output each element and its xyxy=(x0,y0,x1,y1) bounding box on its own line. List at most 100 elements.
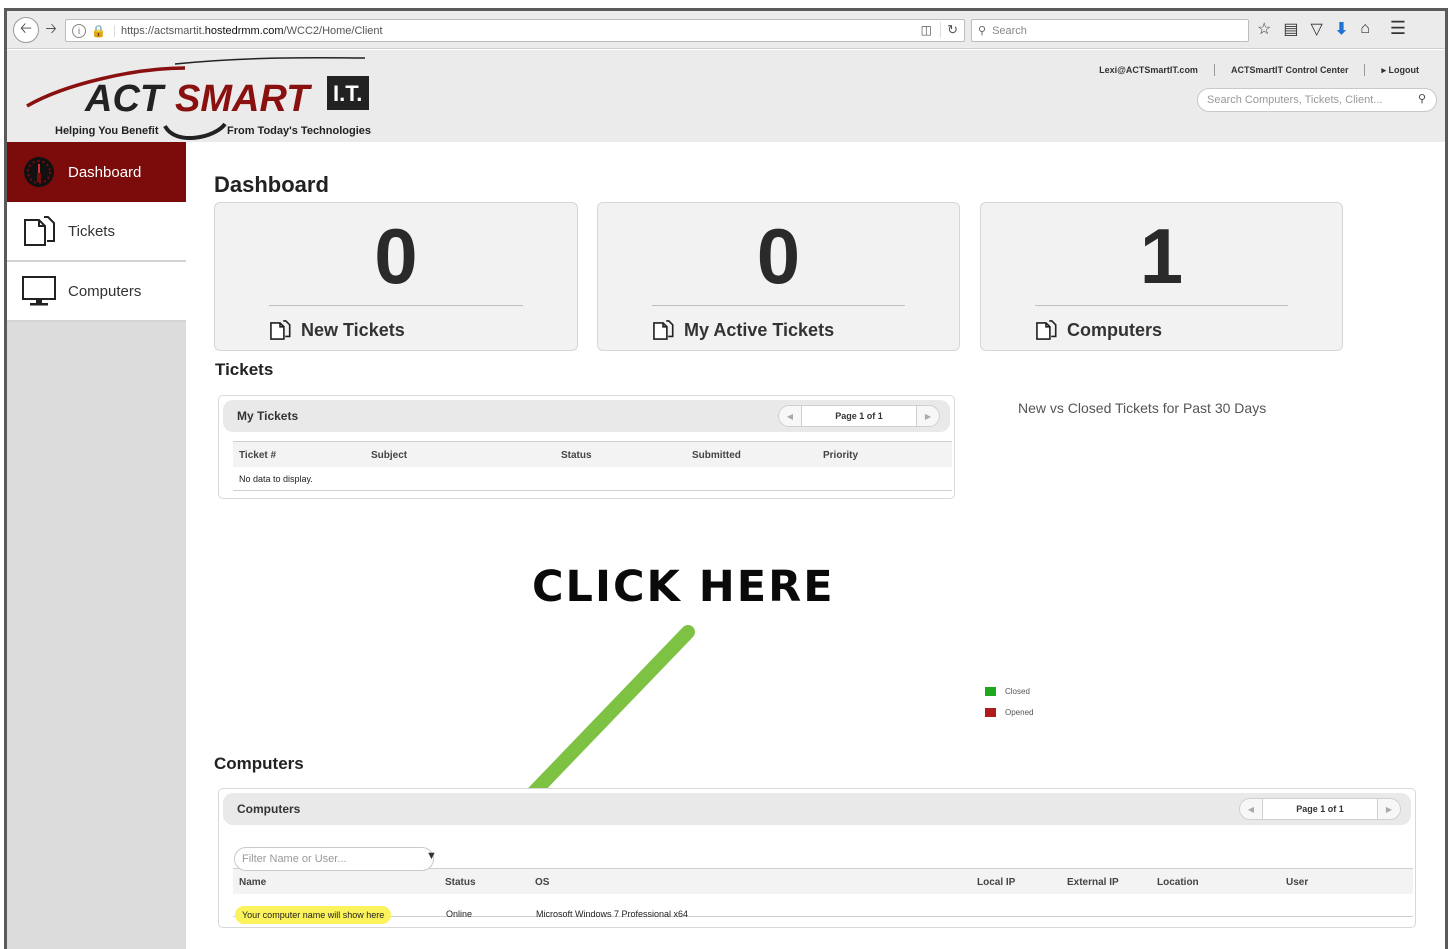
browser-window: 🡠 🡢 i 🔒 https://actsmartit.hostedrmm.com… xyxy=(4,8,1448,949)
bookmark-star-icon[interactable]: ☆ xyxy=(1257,19,1271,39)
home-icon[interactable]: ⌂ xyxy=(1360,20,1370,38)
pager: ◀ Page 1 of 1 ▶ xyxy=(1239,798,1401,820)
column-ticket-number[interactable]: Ticket # xyxy=(239,450,276,461)
my-tickets-grid: My Tickets ◀ Page 1 of 1 ▶ Ticket # Subj… xyxy=(218,395,955,499)
next-page-icon[interactable]: ▶ xyxy=(1378,799,1400,819)
filter-funnel-icon[interactable]: ▼ xyxy=(426,850,437,862)
card-divider xyxy=(269,305,523,306)
svg-text:From Today's Technologies: From Today's Technologies xyxy=(227,125,371,137)
legend-item-closed: Closed xyxy=(985,687,1030,696)
chart-title: New vs Closed Tickets for Past 30 Days xyxy=(1018,400,1267,416)
grid-header: My Tickets ◀ Page 1 of 1 ▶ xyxy=(223,400,950,432)
info-icon[interactable]: i xyxy=(72,23,86,38)
computers-card[interactable]: 1 Computers xyxy=(980,202,1343,351)
prev-page-icon[interactable]: ◀ xyxy=(1240,799,1262,819)
url-bar[interactable]: i 🔒 https://actsmartit.hostedrmm.com/WCC… xyxy=(65,19,965,42)
reload-icon[interactable]: ↻ xyxy=(940,22,958,38)
grid-title: Computers xyxy=(237,802,301,816)
url-text: https://actsmartit.hostedrmm.com/WCC2/Ho… xyxy=(113,24,383,37)
divider xyxy=(233,916,1413,917)
pocket-icon[interactable]: ▽ xyxy=(1310,19,1322,39)
control-center-link[interactable]: ACTSmartIT Control Center xyxy=(1231,65,1349,75)
user-links: Lexi@ACTSmartIT.com ACTSmartIT Control C… xyxy=(1099,64,1419,76)
monitor-icon xyxy=(22,274,56,308)
sidebar-item-computers[interactable]: Computers xyxy=(7,262,186,322)
page-indicator[interactable]: Page 1 of 1 xyxy=(1262,799,1378,819)
sidebar-item-label: Dashboard xyxy=(68,163,142,181)
pager: ◀ Page 1 of 1 ▶ xyxy=(778,405,940,427)
column-name[interactable]: Name xyxy=(239,877,266,888)
app-header: ACT SMART I.T. Helping You Benefit From … xyxy=(7,50,1445,142)
reader-view-icon[interactable]: ◫ xyxy=(921,23,932,37)
sidebar-item-tickets[interactable]: Tickets xyxy=(7,202,186,262)
tickets-column-headers: Ticket # Subject Status Submitted Priori… xyxy=(233,441,952,467)
column-priority[interactable]: Priority xyxy=(823,450,858,461)
divider xyxy=(1213,64,1215,76)
column-location[interactable]: Location xyxy=(1157,877,1199,888)
bookmarks-list-icon[interactable]: ▤ xyxy=(1283,19,1298,39)
filter-name-input[interactable]: Filter Name or User... xyxy=(234,847,434,871)
search-icon[interactable]: ⚲ xyxy=(1418,92,1426,105)
svg-text:I.T.: I.T. xyxy=(333,81,362,106)
computer-name-text: Your computer name will show here xyxy=(242,910,385,920)
svg-text:SMART: SMART xyxy=(175,78,312,120)
tickets-icon xyxy=(652,319,674,341)
empty-grid-message: No data to display. xyxy=(239,474,313,484)
divider xyxy=(233,490,952,491)
legend-label: Opened xyxy=(1005,708,1034,717)
page-title: Dashboard xyxy=(214,172,329,197)
tickets-icon xyxy=(22,214,56,248)
browser-search-field[interactable]: ⚲ Search xyxy=(971,19,1249,42)
card-value: 1 xyxy=(1139,212,1184,300)
legend-item-opened: Opened xyxy=(985,708,1033,717)
forward-arrow-icon[interactable]: 🡢 xyxy=(41,19,61,41)
divider xyxy=(1364,64,1366,76)
legend-label: Closed xyxy=(1005,687,1030,696)
column-user[interactable]: User xyxy=(1286,877,1308,888)
grid-title: My Tickets xyxy=(237,409,299,423)
column-external-ip[interactable]: External IP xyxy=(1067,877,1119,888)
toolbar-icons: ☆ ▤ ▽ ⬇ ⌂ ☰ xyxy=(1257,18,1406,39)
column-submitted[interactable]: Submitted xyxy=(692,450,741,461)
card-label: Computers xyxy=(1035,319,1162,341)
click-here-callout: CLICK HERE xyxy=(532,562,835,612)
card-label-text: My Active Tickets xyxy=(684,319,835,340)
column-os[interactable]: OS xyxy=(535,877,549,888)
card-divider xyxy=(652,305,905,306)
computer-os-cell: Microsoft Windows 7 Professional x64 xyxy=(536,909,689,919)
tickets-icon xyxy=(269,319,291,341)
column-subject[interactable]: Subject xyxy=(371,450,407,461)
new-tickets-card[interactable]: 0 New Tickets xyxy=(214,202,578,351)
logout-link[interactable]: ▸ Logout xyxy=(1381,65,1419,76)
card-value: 0 xyxy=(374,212,418,300)
back-arrow-icon[interactable]: 🡠 xyxy=(13,17,39,43)
lock-icon: 🔒 xyxy=(91,23,106,38)
next-page-icon[interactable]: ▶ xyxy=(917,406,939,426)
computer-name-cell[interactable]: Your computer name will show here xyxy=(235,906,392,924)
tickets-icon xyxy=(1035,319,1057,341)
column-status[interactable]: Status xyxy=(445,877,476,888)
download-icon[interactable]: ⬇ xyxy=(1335,19,1348,39)
global-search-input[interactable]: Search Computers, Tickets, Client... ⚲ xyxy=(1197,88,1437,112)
column-local-ip[interactable]: Local IP xyxy=(977,877,1015,888)
my-active-tickets-card[interactable]: 0 My Active Tickets xyxy=(597,202,960,351)
hamburger-menu-icon[interactable]: ☰ xyxy=(1390,18,1406,39)
svg-text:Helping You Benefit: Helping You Benefit xyxy=(55,125,159,137)
main-content: Dashboard 0 New Tickets 0 My Active Tick… xyxy=(186,142,1445,949)
legend-swatch xyxy=(985,687,996,696)
global-search-placeholder: Search Computers, Tickets, Client... xyxy=(1207,94,1383,106)
computers-column-headers: Name Status OS Local IP External IP Loca… xyxy=(233,868,1413,894)
grid-header: Computers ◀ Page 1 of 1 ▶ xyxy=(223,793,1411,825)
user-email-link[interactable]: Lexi@ACTSmartIT.com xyxy=(1099,65,1198,75)
browser-search-placeholder: Search xyxy=(992,24,1027,37)
logout-label: Logout xyxy=(1388,64,1420,75)
computers-section-title: Computers xyxy=(214,754,304,773)
page-indicator[interactable]: Page 1 of 1 xyxy=(801,406,917,426)
browser-toolbar: 🡠 🡢 i 🔒 https://actsmartit.hostedrmm.com… xyxy=(7,11,1445,49)
column-status[interactable]: Status xyxy=(561,450,592,461)
sidebar-item-dashboard[interactable]: Dashboard xyxy=(7,142,186,202)
prev-page-icon[interactable]: ◀ xyxy=(779,406,801,426)
card-label-text: New Tickets xyxy=(301,319,405,340)
sidebar-item-label: Computers xyxy=(68,282,142,300)
actsmart-logo[interactable]: ACT SMART I.T. Helping You Benefit From … xyxy=(25,54,385,140)
